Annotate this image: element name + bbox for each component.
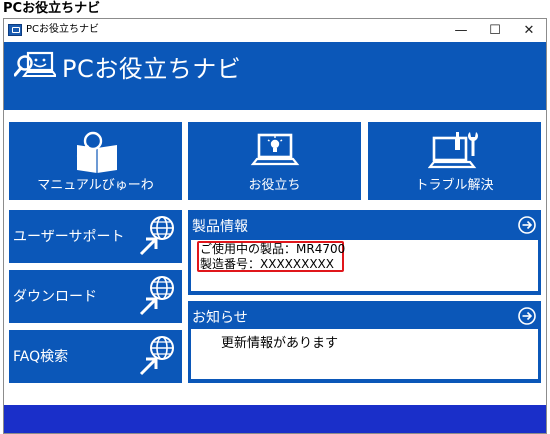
download-tile[interactable]: ダウンロード [9,270,182,323]
arrow-right-circle-icon[interactable] [518,216,536,234]
laptop-lightbulb-icon [250,133,300,166]
arrow-right-circle-icon[interactable] [518,307,536,325]
laptop-tools-icon [428,132,478,169]
globe-arrow-icon [139,336,174,376]
app-icon [8,24,22,36]
minimize-button[interactable]: — [444,19,478,42]
news-title: お知らせ [192,310,248,326]
maximize-button[interactable]: ☐ [478,19,512,42]
product-model-text: ご使用中の製品：MR4700 [200,242,346,256]
serial-number-text: 製造番号：XXXXXXXXX [200,257,334,271]
globe-arrow-icon [139,216,174,256]
window-title: PCお役立ちナビ [26,24,100,35]
globe-arrow-icon [139,276,174,316]
tips-label: お役立ち [248,178,301,193]
manual-viewer-tile[interactable]: マニュアルびゅーわ [9,122,182,200]
troubleshooting-tile[interactable]: トラブル解決 [368,122,541,200]
book-magnifier-icon [77,131,117,173]
page-caption: PCお役立ちナビ [3,1,101,16]
product-info-title: 製品情報 [192,219,248,235]
news-panel[interactable]: お知らせ 更新情報があります [188,301,541,383]
troubleshooting-label: トラブル解決 [415,178,494,193]
app-title: PCお役立ちナビ [62,55,242,83]
product-info-panel[interactable]: 製品情報 ご使用中の製品：MR4700 製造番号：XXXXXXXXX [188,210,541,295]
download-label: ダウンロード [13,289,97,305]
news-body: 更新情報があります [191,329,538,379]
app-window: PCお役立ちナビ — ☐ ✕ PCお役立ちナビ マニュアルびゅーわ お役立ち ト… [3,18,547,434]
title-bar: PCお役立ちナビ — ☐ ✕ [4,19,546,42]
app-header: PCお役立ちナビ [4,42,546,110]
user-support-label: ユーザーサポート [13,229,125,245]
faq-search-label: FAQ検索 [13,349,69,365]
tips-tile[interactable]: お役立ち [188,122,361,200]
news-message: 更新情報があります [221,336,339,351]
user-support-tile[interactable]: ユーザーサポート [9,210,182,263]
manual-viewer-label: マニュアルびゅーわ [37,178,154,193]
faq-search-tile[interactable]: FAQ検索 [9,330,182,383]
laptop-magnifier-logo-icon [14,51,56,77]
close-button[interactable]: ✕ [512,19,546,42]
footer-bar [4,405,546,433]
product-info-body: ご使用中の製品：MR4700 製造番号：XXXXXXXXX [191,240,538,291]
